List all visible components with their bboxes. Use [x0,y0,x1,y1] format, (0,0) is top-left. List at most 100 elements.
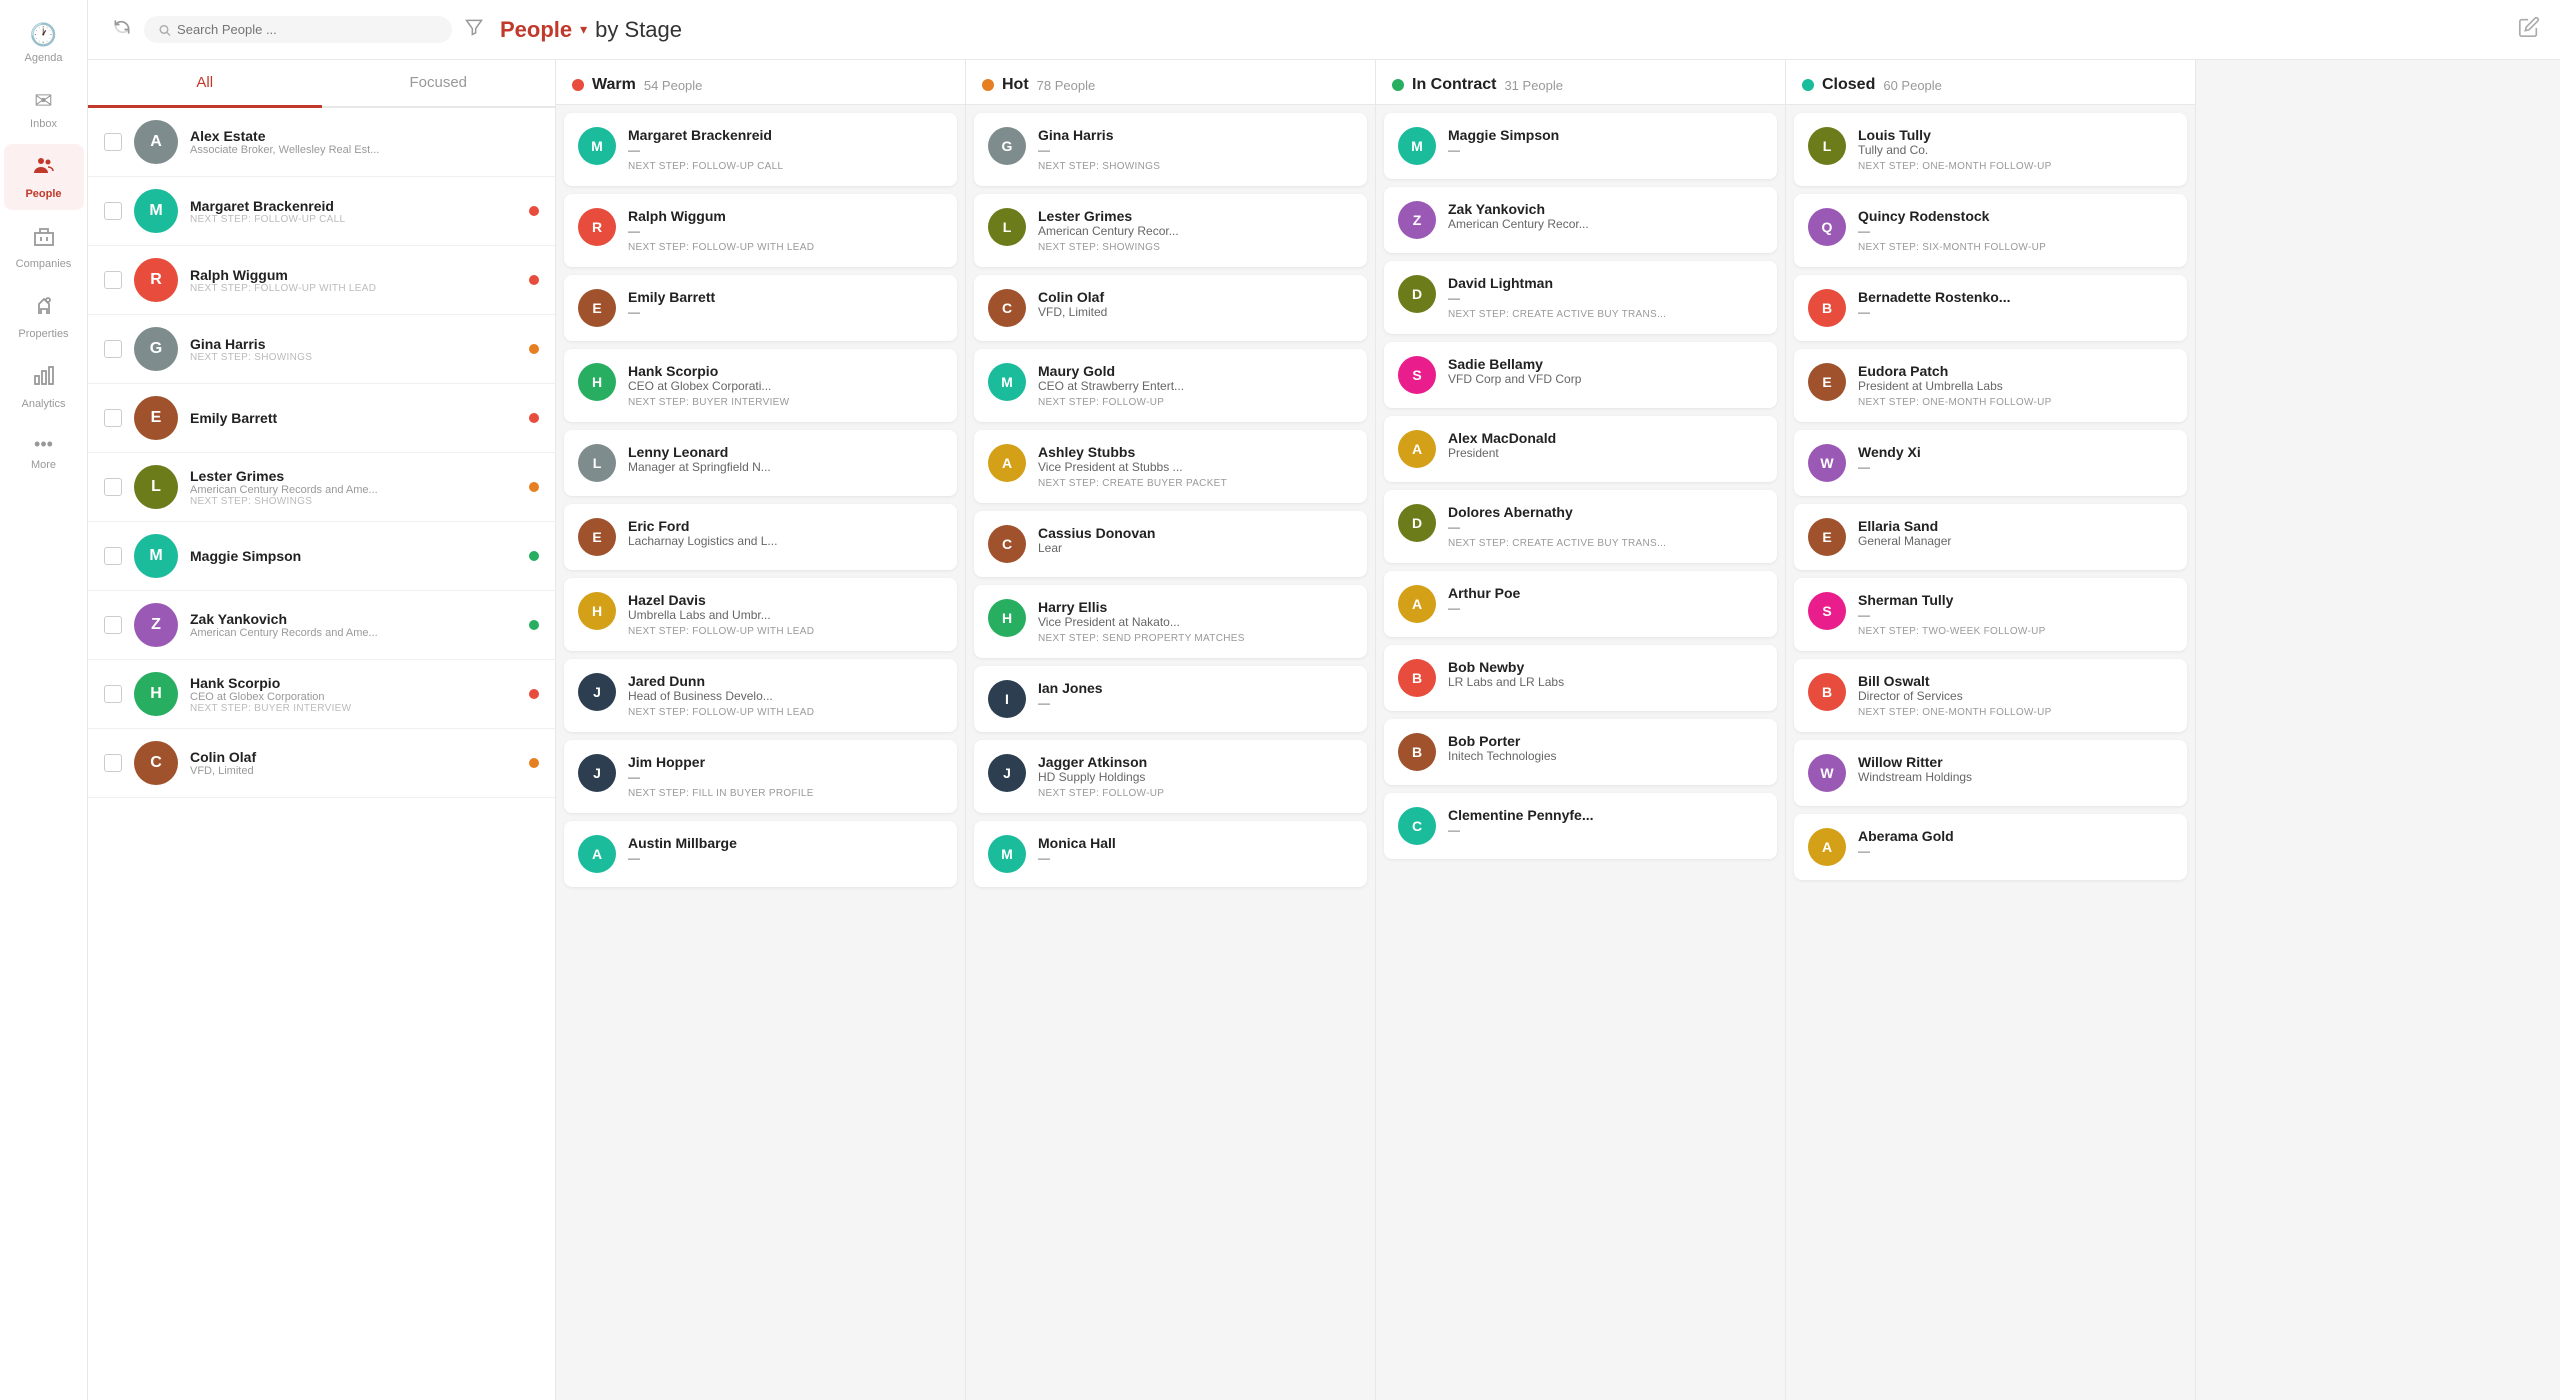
kanban-card[interactable]: B Bernadette Rostenko... — [1794,275,2187,341]
list-item[interactable]: M Margaret Brackenreid NEXT STEP: FOLLOW… [88,177,555,246]
kanban-card[interactable]: W Wendy Xi — [1794,430,2187,496]
card-next-step: NEXT STEP: FILL IN BUYER PROFILE [628,788,943,799]
avatar: A [1808,828,1846,866]
list-item[interactable]: M Maggie Simpson [88,522,555,591]
kanban-column-in-contract: In Contract 31 People M Maggie Simpson —… [1376,60,1786,1400]
sidebar-item-agenda[interactable]: 🕐 Agenda [4,12,84,74]
tab-focused[interactable]: Focused [322,60,556,106]
kanban-card[interactable]: M Monica Hall — [974,821,1367,887]
kanban-card[interactable]: A Aberama Gold — [1794,814,2187,880]
kanban-card[interactable]: W Willow Ritter Windstream Holdings [1794,740,2187,806]
kanban-card[interactable]: E Emily Barrett — [564,275,957,341]
kanban-card[interactable]: Q Quincy Rodenstock — NEXT STEP: SIX-MON… [1794,194,2187,267]
list-item[interactable]: E Emily Barrett [88,384,555,453]
person-checkbox[interactable] [104,547,122,565]
kanban-card[interactable]: R Ralph Wiggum — NEXT STEP: FOLLOW-UP WI… [564,194,957,267]
kanban-card[interactable]: J Jagger Atkinson HD Supply Holdings NEX… [974,740,1367,813]
sidebar-item-inbox[interactable]: ✉ Inbox [4,78,84,140]
kanban-card[interactable]: I Ian Jones — [974,666,1367,732]
kanban-card[interactable]: M Margaret Brackenreid — NEXT STEP: FOLL… [564,113,957,186]
kanban-card[interactable]: A Alex MacDonald President [1384,416,1777,482]
kanban-card[interactable]: M Maury Gold CEO at Strawberry Entert...… [974,349,1367,422]
kanban-card[interactable]: L Louis Tully Tully and Co. NEXT STEP: O… [1794,113,2187,186]
avatar: S [1808,592,1846,630]
card-info: Eric Ford Lacharnay Logistics and L... [628,518,943,548]
kanban-card[interactable]: M Maggie Simpson — [1384,113,1777,179]
person-checkbox[interactable] [104,271,122,289]
card-name: Eudora Patch [1858,363,2173,379]
kanban-card[interactable]: H Harry Ellis Vice President at Nakato..… [974,585,1367,658]
person-checkbox[interactable] [104,133,122,151]
kanban-card[interactable]: Z Zak Yankovich American Century Recor..… [1384,187,1777,253]
edit-button[interactable] [2518,16,2540,44]
kanban-card[interactable]: E Eric Ford Lacharnay Logistics and L... [564,504,957,570]
list-item[interactable]: G Gina Harris NEXT STEP: SHOWINGS [88,315,555,384]
sidebar-item-label: Companies [16,258,72,270]
list-item[interactable]: C Colin Olaf VFD, Limited [88,729,555,798]
card-company: Director of Services [1858,689,2173,703]
kanban-card[interactable]: H Hank Scorpio CEO at Globex Corporati..… [564,349,957,422]
kanban-card[interactable]: C Cassius Donovan Lear [974,511,1367,577]
kanban-card[interactable]: J Jim Hopper — NEXT STEP: FILL IN BUYER … [564,740,957,813]
filter-button[interactable] [460,13,488,46]
card-name: Margaret Brackenreid [628,127,943,143]
sidebar-item-companies[interactable]: Companies [4,214,84,280]
status-dot [529,137,539,147]
card-info: Bernadette Rostenko... — [1858,289,2173,319]
list-item[interactable]: H Hank Scorpio CEO at Globex Corporation… [88,660,555,729]
person-checkbox[interactable] [104,754,122,772]
person-info: Ralph Wiggum NEXT STEP: FOLLOW-UP WITH L… [190,267,517,294]
search-input[interactable] [177,22,438,37]
kanban-card[interactable]: B Bob Porter Initech Technologies [1384,719,1777,785]
sidebar-item-more[interactable]: ••• More [4,424,84,481]
person-checkbox[interactable] [104,685,122,703]
kanban-card[interactable]: S Sadie Bellamy VFD Corp and VFD Corp [1384,342,1777,408]
list-item[interactable]: Z Zak Yankovich American Century Records… [88,591,555,660]
card-company: — [628,851,943,865]
tab-all[interactable]: All [88,60,322,108]
person-checkbox[interactable] [104,616,122,634]
list-item[interactable]: L Lester Grimes American Century Records… [88,453,555,522]
kanban-card[interactable]: E Ellaria Sand General Manager [1794,504,2187,570]
sidebar-item-properties[interactable]: Properties [4,284,84,350]
person-checkbox[interactable] [104,409,122,427]
sidebar-item-people[interactable]: People [4,144,84,210]
refresh-button[interactable] [108,13,136,46]
person-checkbox[interactable] [104,202,122,220]
person-checkbox[interactable] [104,340,122,358]
sidebar-item-analytics[interactable]: Analytics [4,354,84,420]
card-name: Harry Ellis [1038,599,1353,615]
kanban-card[interactable]: L Lenny Leonard Manager at Springfield N… [564,430,957,496]
avatar: B [1808,289,1846,327]
kanban-card[interactable]: H Hazel Davis Umbrella Labs and Umbr... … [564,578,957,651]
avatar: E [1808,518,1846,556]
card-info: Sadie Bellamy VFD Corp and VFD Corp [1448,356,1763,386]
kanban-card[interactable]: L Lester Grimes American Century Recor..… [974,194,1367,267]
column-cards: M Margaret Brackenreid — NEXT STEP: FOLL… [556,105,965,1400]
kanban-card[interactable]: C Colin Olaf VFD, Limited [974,275,1367,341]
card-info: Bob Newby LR Labs and LR Labs [1448,659,1763,689]
kanban-card[interactable]: J Jared Dunn Head of Business Develo... … [564,659,957,732]
card-company: CEO at Globex Corporati... [628,379,943,393]
kanban-card[interactable]: B Bob Newby LR Labs and LR Labs [1384,645,1777,711]
list-item[interactable]: A Alex Estate Associate Broker, Wellesle… [88,108,555,177]
title-dropdown[interactable]: ▾ [580,21,587,38]
kanban-card[interactable]: B Bill Oswalt Director of Services NEXT … [1794,659,2187,732]
kanban-card[interactable]: A Arthur Poe — [1384,571,1777,637]
card-info: Austin Millbarge — [628,835,943,865]
kanban-card[interactable]: E Eudora Patch President at Umbrella Lab… [1794,349,2187,422]
kanban-card[interactable]: A Austin Millbarge — [564,821,957,887]
kanban-card[interactable]: S Sherman Tully — NEXT STEP: TWO-WEEK FO… [1794,578,2187,651]
kanban-column-hot: Hot 78 People G Gina Harris — NEXT STEP:… [966,60,1376,1400]
card-name: Gina Harris [1038,127,1353,143]
kanban-card[interactable]: A Ashley Stubbs Vice President at Stubbs… [974,430,1367,503]
list-item[interactable]: R Ralph Wiggum NEXT STEP: FOLLOW-UP WITH… [88,246,555,315]
avatar: D [1398,275,1436,313]
kanban-card[interactable]: G Gina Harris — NEXT STEP: SHOWINGS [974,113,1367,186]
card-info: Colin Olaf VFD, Limited [1038,289,1353,319]
kanban-card[interactable]: D David Lightman — NEXT STEP: CREATE ACT… [1384,261,1777,334]
person-checkbox[interactable] [104,478,122,496]
kanban-card[interactable]: C Clementine Pennyfe... — [1384,793,1777,859]
search-bar[interactable] [144,16,452,43]
kanban-card[interactable]: D Dolores Abernathy — NEXT STEP: CREATE … [1384,490,1777,563]
